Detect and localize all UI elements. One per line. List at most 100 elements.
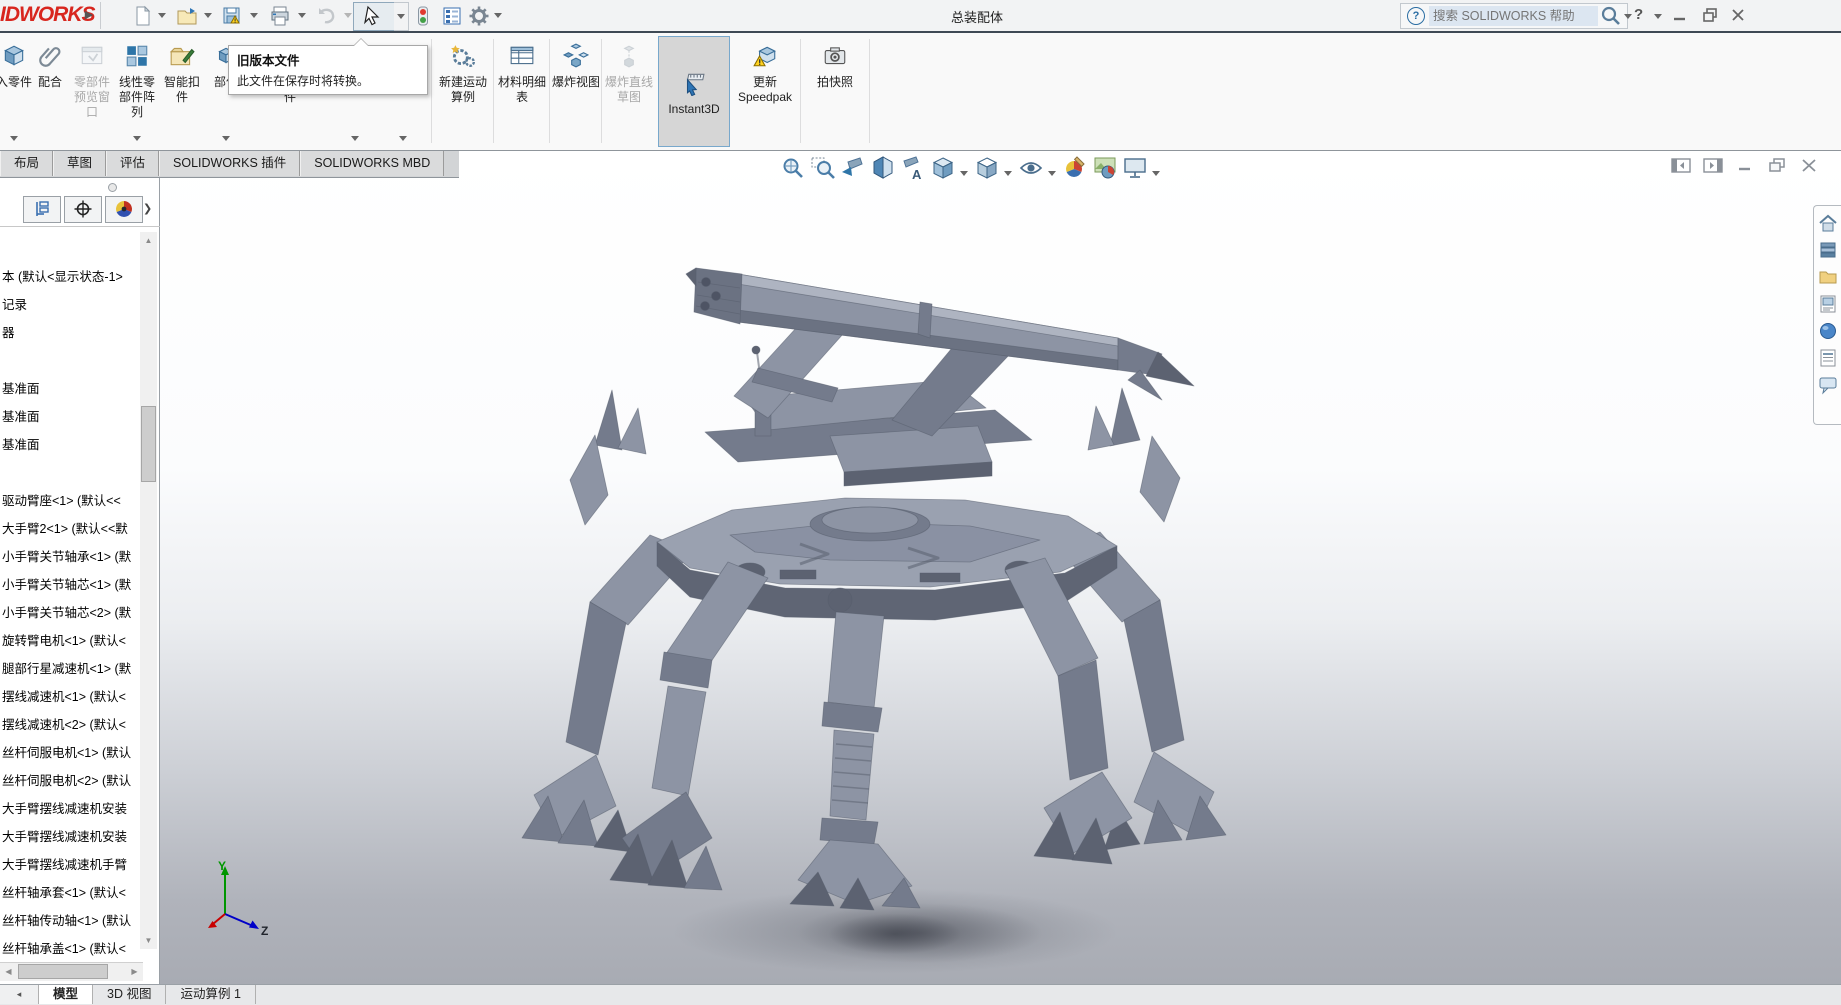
feature-tree-item[interactable]: 本 (默认<显示状态-1>: [0, 263, 138, 291]
select-tool-caret[interactable]: [394, 2, 409, 31]
feature-tree-item[interactable]: 器: [0, 319, 138, 347]
traffic-light-icon[interactable]: [412, 5, 434, 27]
feature-tree-item[interactable]: [0, 347, 138, 375]
print-caret[interactable]: [298, 13, 306, 18]
insert-part-caret[interactable]: [10, 136, 18, 141]
ribbon-mate-button[interactable]: 配合: [30, 39, 70, 145]
property-manager-tab[interactable]: [64, 196, 102, 223]
scroll-down-arrow[interactable]: ▼: [140, 932, 157, 949]
search-magnifier-icon[interactable]: [1598, 5, 1624, 27]
tree-horizontal-scrollbar[interactable]: ◀ ▶: [0, 962, 143, 981]
display-style-caret[interactable]: [1004, 171, 1012, 176]
ribbon-exploded-view-button[interactable]: 爆炸视图: [551, 39, 601, 145]
feature-tree-item[interactable]: 丝杆轴传动轴<1> (默认: [0, 907, 138, 935]
new-document-icon[interactable]: [131, 5, 153, 27]
close-button[interactable]: [1726, 6, 1750, 26]
report-options-icon[interactable]: [441, 5, 463, 27]
previous-view-icon[interactable]: [840, 155, 866, 181]
command-tab[interactable]: 草图: [53, 151, 106, 176]
save-warning-icon[interactable]: [221, 5, 243, 27]
collapse-right-pane-icon[interactable]: [1702, 157, 1728, 175]
open-caret[interactable]: [204, 13, 212, 18]
features-caret[interactable]: [351, 136, 359, 141]
select-tool-button[interactable]: [353, 2, 395, 31]
zoom-to-fit-icon[interactable]: [780, 155, 806, 181]
view-orientation-caret[interactable]: [960, 171, 968, 176]
edit-appearance-icon[interactable]: [1062, 155, 1088, 181]
feature-tree-item[interactable]: 摆线减速机<1> (默认<: [0, 683, 138, 711]
feature-manager-tree-tab[interactable]: [23, 196, 61, 223]
view-settings-caret[interactable]: [1152, 171, 1160, 176]
ribbon-instant3d-button[interactable]: Instant3D: [658, 36, 730, 147]
command-tab[interactable]: 评估: [106, 151, 159, 176]
configuration-manager-tab[interactable]: [105, 196, 143, 223]
open-folder-icon[interactable]: [176, 5, 198, 27]
feature-tree-item[interactable]: 腿部行星减速机<1> (默: [0, 655, 138, 683]
feature-tree-item[interactable]: 大手臂摆线减速机手臂: [0, 851, 138, 879]
view-orientation-icon[interactable]: [930, 155, 956, 181]
view-palette-icon[interactable]: [1818, 294, 1838, 314]
linear-pattern-caret[interactable]: [133, 136, 141, 141]
move-component-caret[interactable]: [222, 136, 230, 141]
apply-scene-icon[interactable]: [1092, 155, 1118, 181]
scroll-right-arrow[interactable]: ▶: [126, 963, 143, 980]
study-tab[interactable]: 运动算例 1: [166, 985, 255, 1004]
feature-tree-item[interactable]: 丝杆轴承套<1> (默认<: [0, 879, 138, 907]
solidworks-resources-icon[interactable]: [1818, 213, 1838, 233]
close-document-icon[interactable]: [1798, 157, 1824, 175]
print-icon[interactable]: [269, 5, 291, 27]
scroll-up-arrow[interactable]: ▲: [140, 232, 157, 249]
panel-pin-icon[interactable]: [108, 183, 117, 192]
reference-geometry-caret[interactable]: [399, 136, 407, 141]
feature-tree-item[interactable]: 摆线减速机<2> (默认<: [0, 711, 138, 739]
feature-tree-item[interactable]: 小手臂关节轴承<1> (默: [0, 543, 138, 571]
feature-tree-item[interactable]: 大手臂摆线减速机安装: [0, 795, 138, 823]
feature-tree-item[interactable]: 基准面: [0, 431, 138, 459]
ribbon-smart-fasteners-button[interactable]: 智能扣件: [160, 39, 204, 145]
solidworks-forum-icon[interactable]: [1818, 375, 1838, 395]
ribbon-update-speedpak-button[interactable]: 更新 Speedpak: [732, 39, 798, 145]
feature-tree-item[interactable]: 旋转臂电机<1> (默认<: [0, 627, 138, 655]
more-tabs-chevron[interactable]: ❯: [143, 202, 152, 215]
help-circle-icon[interactable]: ?: [1407, 7, 1425, 25]
tree-vertical-scrollbar[interactable]: ▲ ▼: [140, 232, 157, 949]
display-style-icon[interactable]: [974, 155, 1000, 181]
new-document-caret[interactable]: [158, 13, 166, 18]
command-tab[interactable]: 布局: [0, 151, 53, 176]
custom-properties-icon[interactable]: [1818, 348, 1838, 368]
feature-tree-item[interactable]: 大手臂2<1> (默认<<默: [0, 515, 138, 543]
ribbon-new-motion-study-button[interactable]: 新建运动算例: [434, 39, 492, 145]
search-scope-caret[interactable]: [1624, 14, 1632, 19]
feature-tree-item[interactable]: [0, 459, 138, 487]
view-settings-icon[interactable]: [1122, 155, 1148, 181]
scroll-left-arrow[interactable]: ◀: [0, 963, 17, 980]
ribbon-snapshot-button[interactable]: 拍快照: [803, 39, 867, 145]
menu-flyout-arrow[interactable]: ▶: [82, 6, 96, 24]
feature-tree-item[interactable]: 大手臂摆线减速机安装: [0, 823, 138, 851]
restore-button[interactable]: [1698, 6, 1722, 26]
minimize-document-icon[interactable]: [1734, 157, 1760, 175]
tab-scroll-left-button[interactable]: ◂: [0, 985, 39, 1004]
ribbon-insert-part-button[interactable]: 入零件: [0, 39, 34, 145]
horizontal-scroll-thumb[interactable]: [18, 964, 108, 979]
save-caret[interactable]: [250, 13, 258, 18]
feature-tree-item[interactable]: 驱动臂座<1> (默认<<: [0, 487, 138, 515]
feature-tree-item[interactable]: 小手臂关节轴芯<2> (默: [0, 599, 138, 627]
feature-tree-item[interactable]: 记录: [0, 291, 138, 319]
section-view-icon[interactable]: [870, 155, 896, 181]
feature-tree-item[interactable]: 丝杆伺服电机<1> (默认: [0, 739, 138, 767]
vertical-scroll-thumb[interactable]: [141, 406, 156, 482]
feature-tree-item[interactable]: 丝杆伺服电机<2> (默认: [0, 767, 138, 795]
feature-tree-item[interactable]: 小手臂关节轴芯<1> (默: [0, 571, 138, 599]
hide-show-caret[interactable]: [1048, 171, 1056, 176]
file-explorer-icon[interactable]: [1818, 267, 1838, 287]
command-tab[interactable]: SOLIDWORKS MBD: [300, 151, 444, 176]
help-menu-caret[interactable]: [1654, 14, 1662, 19]
help-menu[interactable]: ?: [1634, 6, 1643, 23]
command-tab[interactable]: SOLIDWORKS 插件: [159, 151, 300, 176]
hide-show-items-icon[interactable]: [1018, 155, 1044, 181]
zoom-to-area-icon[interactable]: [810, 155, 836, 181]
collapse-left-pane-icon[interactable]: [1670, 157, 1696, 175]
restore-document-icon[interactable]: [1766, 157, 1792, 175]
study-tab[interactable]: 模型: [39, 985, 93, 1004]
